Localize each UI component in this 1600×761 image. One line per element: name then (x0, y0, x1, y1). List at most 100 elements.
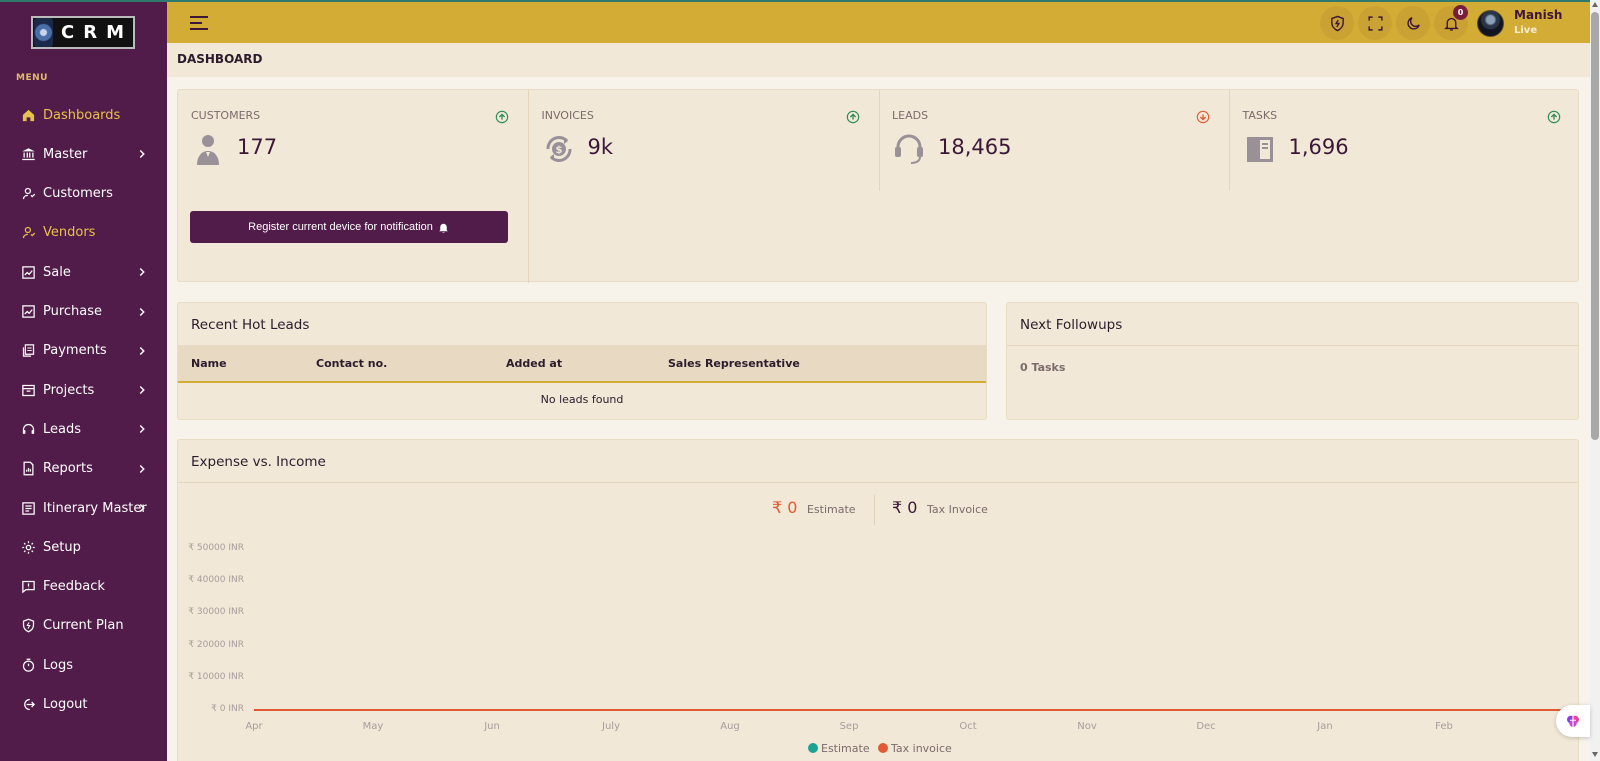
stat-value: 18,465 (938, 135, 1012, 159)
stat-customers[interactable]: CUSTOMERS 177 (178, 90, 529, 191)
sidebar-item-dashboards[interactable]: Dashboards (0, 97, 167, 133)
shield-button[interactable] (1320, 6, 1354, 40)
page-title-bar: DASHBOARD (167, 43, 1590, 77)
sidebar-item-logs[interactable]: Logs (0, 647, 167, 683)
sidebar-item-leads[interactable]: Leads (0, 411, 167, 447)
divider (1007, 345, 1578, 346)
dark-mode-button[interactable] (1396, 6, 1430, 40)
sidebar-item-reports[interactable]: Reports (0, 451, 167, 487)
sidebar-item-feedback[interactable]: Feedback (0, 569, 167, 605)
x-tick-label: July (602, 721, 620, 732)
x-tick-label: Oct (959, 721, 977, 732)
sidebar-item-payments[interactable]: Payments (0, 333, 167, 369)
sidebar-item-current-plan[interactable]: Current Plan (0, 608, 167, 644)
sidebar-item-itinerary-master[interactable]: Itinerary Master (0, 490, 167, 526)
sidebar-item-setup[interactable]: Setup (0, 529, 167, 565)
column-header-added-at[interactable]: Added at (506, 357, 562, 370)
column-header-contact[interactable]: Contact no. (316, 357, 387, 370)
sidebar-item-label: Sale (43, 264, 71, 280)
stat-leads[interactable]: LEADS 18,465 (879, 90, 1230, 191)
scroll-down-arrow-icon[interactable] (1592, 752, 1598, 757)
sidebar-item-label: Logout (43, 697, 88, 712)
chevron-right-icon (139, 503, 145, 513)
stat-label: INVOICES (541, 109, 594, 122)
user-name[interactable]: Manish (1514, 8, 1562, 22)
sidebar-item-customers[interactable]: Customers (0, 176, 167, 212)
documents-icon (20, 343, 36, 359)
no-leads-message: No leads found (540, 393, 624, 406)
sidebar-item-label: Dashboards (43, 107, 121, 123)
x-tick-label: Feb (1435, 721, 1453, 732)
shield-icon (20, 618, 36, 634)
scroll-up-arrow-icon[interactable] (1592, 2, 1598, 7)
sidebar-item-label: Current Plan (43, 618, 124, 634)
stat-value: 177 (237, 135, 278, 159)
page-scrollbar[interactable] (1590, 0, 1600, 761)
legend-item-tax-invoice[interactable]: Tax invoice (878, 742, 952, 755)
stat-invoices[interactable]: INVOICES $9k (529, 90, 880, 191)
stat-label: TASKS (1242, 109, 1278, 122)
ai-assistant-button[interactable] (1556, 705, 1590, 737)
register-device-label: Register current device for notification (248, 221, 433, 233)
x-tick-label: Jun (484, 721, 500, 732)
feedback-icon (20, 579, 36, 595)
sidebar-item-label: Leads (43, 421, 82, 437)
chart-icon (20, 304, 36, 320)
sidebar-item-logout[interactable]: Logout (0, 687, 167, 723)
stat-tasks[interactable]: TASKS 1,696 (1230, 90, 1581, 191)
notifications-button[interactable]: 0 (1434, 5, 1468, 40)
scrollbar-thumb[interactable] (1591, 12, 1599, 440)
trend-up-icon (495, 110, 509, 124)
home-icon (20, 107, 36, 123)
x-tick-label: May (362, 721, 384, 732)
stat-value: 9k (587, 135, 614, 159)
next-followups-card: Next Followups 0 Tasks (1006, 302, 1579, 420)
chart-canvas (254, 709, 1563, 711)
sidebar-item-label: Reports (43, 461, 93, 477)
hamburger-menu-icon[interactable] (190, 15, 210, 31)
fullscreen-button[interactable] (1358, 6, 1392, 40)
stat-label: CUSTOMERS (191, 109, 261, 122)
sidebar-item-projects[interactable]: Projects (0, 372, 167, 408)
x-tick-label: Nov (1077, 721, 1097, 732)
user-icon (20, 186, 36, 202)
register-device-button[interactable]: Register current device for notification (190, 211, 508, 243)
chart-icon (20, 264, 36, 280)
crm-logo[interactable]: CRM (31, 16, 135, 49)
chevron-right-icon (139, 346, 145, 355)
y-tick-label: ₹ 0 INR (211, 704, 244, 714)
sidebar-item-vendors[interactable]: Vendors (0, 215, 167, 251)
sidebar-item-label: Master (43, 146, 88, 162)
y-tick-label: ₹ 20000 INR (188, 639, 244, 650)
legend-item-estimate[interactable]: Estimate (808, 742, 870, 755)
user-status: Live (1514, 25, 1538, 36)
svg-text:$: $ (555, 145, 562, 156)
list-icon (20, 500, 36, 516)
chevron-right-icon (139, 386, 145, 395)
report-icon (20, 461, 36, 477)
expense-income-card: Expense vs. Income ₹ 0 Estimate ₹ 0 Tax … (177, 439, 1579, 761)
moon-icon (1406, 16, 1420, 30)
sidebar-item-label: Vendors (43, 225, 96, 241)
sidebar-item-sale[interactable]: Sale (0, 254, 167, 290)
chevron-right-icon (139, 425, 145, 434)
sidebar-item-label: Customers (43, 186, 113, 202)
menu-section-label: MENU (16, 73, 48, 83)
headset-icon (895, 134, 923, 164)
column-header-name[interactable]: Name (191, 357, 227, 370)
x-tick-label: Dec (1196, 721, 1216, 732)
avatar[interactable] (1477, 10, 1504, 37)
y-tick-label: ₹ 40000 INR (188, 575, 244, 586)
legend-label: Estimate (821, 742, 870, 755)
y-tick-label: ₹ 30000 INR (188, 607, 244, 618)
tasks-count: 0 Tasks (1020, 361, 1066, 374)
column-header-sales-rep[interactable]: Sales Representative (668, 357, 800, 370)
stat-value: 1,696 (1288, 135, 1349, 159)
sidebar-item-label: Projects (43, 382, 95, 398)
x-tick-label: Apr (245, 721, 263, 732)
notification-count-badge: 0 (1453, 5, 1468, 20)
y-tick-label: ₹ 50000 INR (188, 543, 244, 553)
trend-up-icon (846, 110, 859, 124)
sidebar-item-purchase[interactable]: Purchase (0, 294, 167, 330)
sidebar-item-master[interactable]: Master (0, 136, 167, 172)
